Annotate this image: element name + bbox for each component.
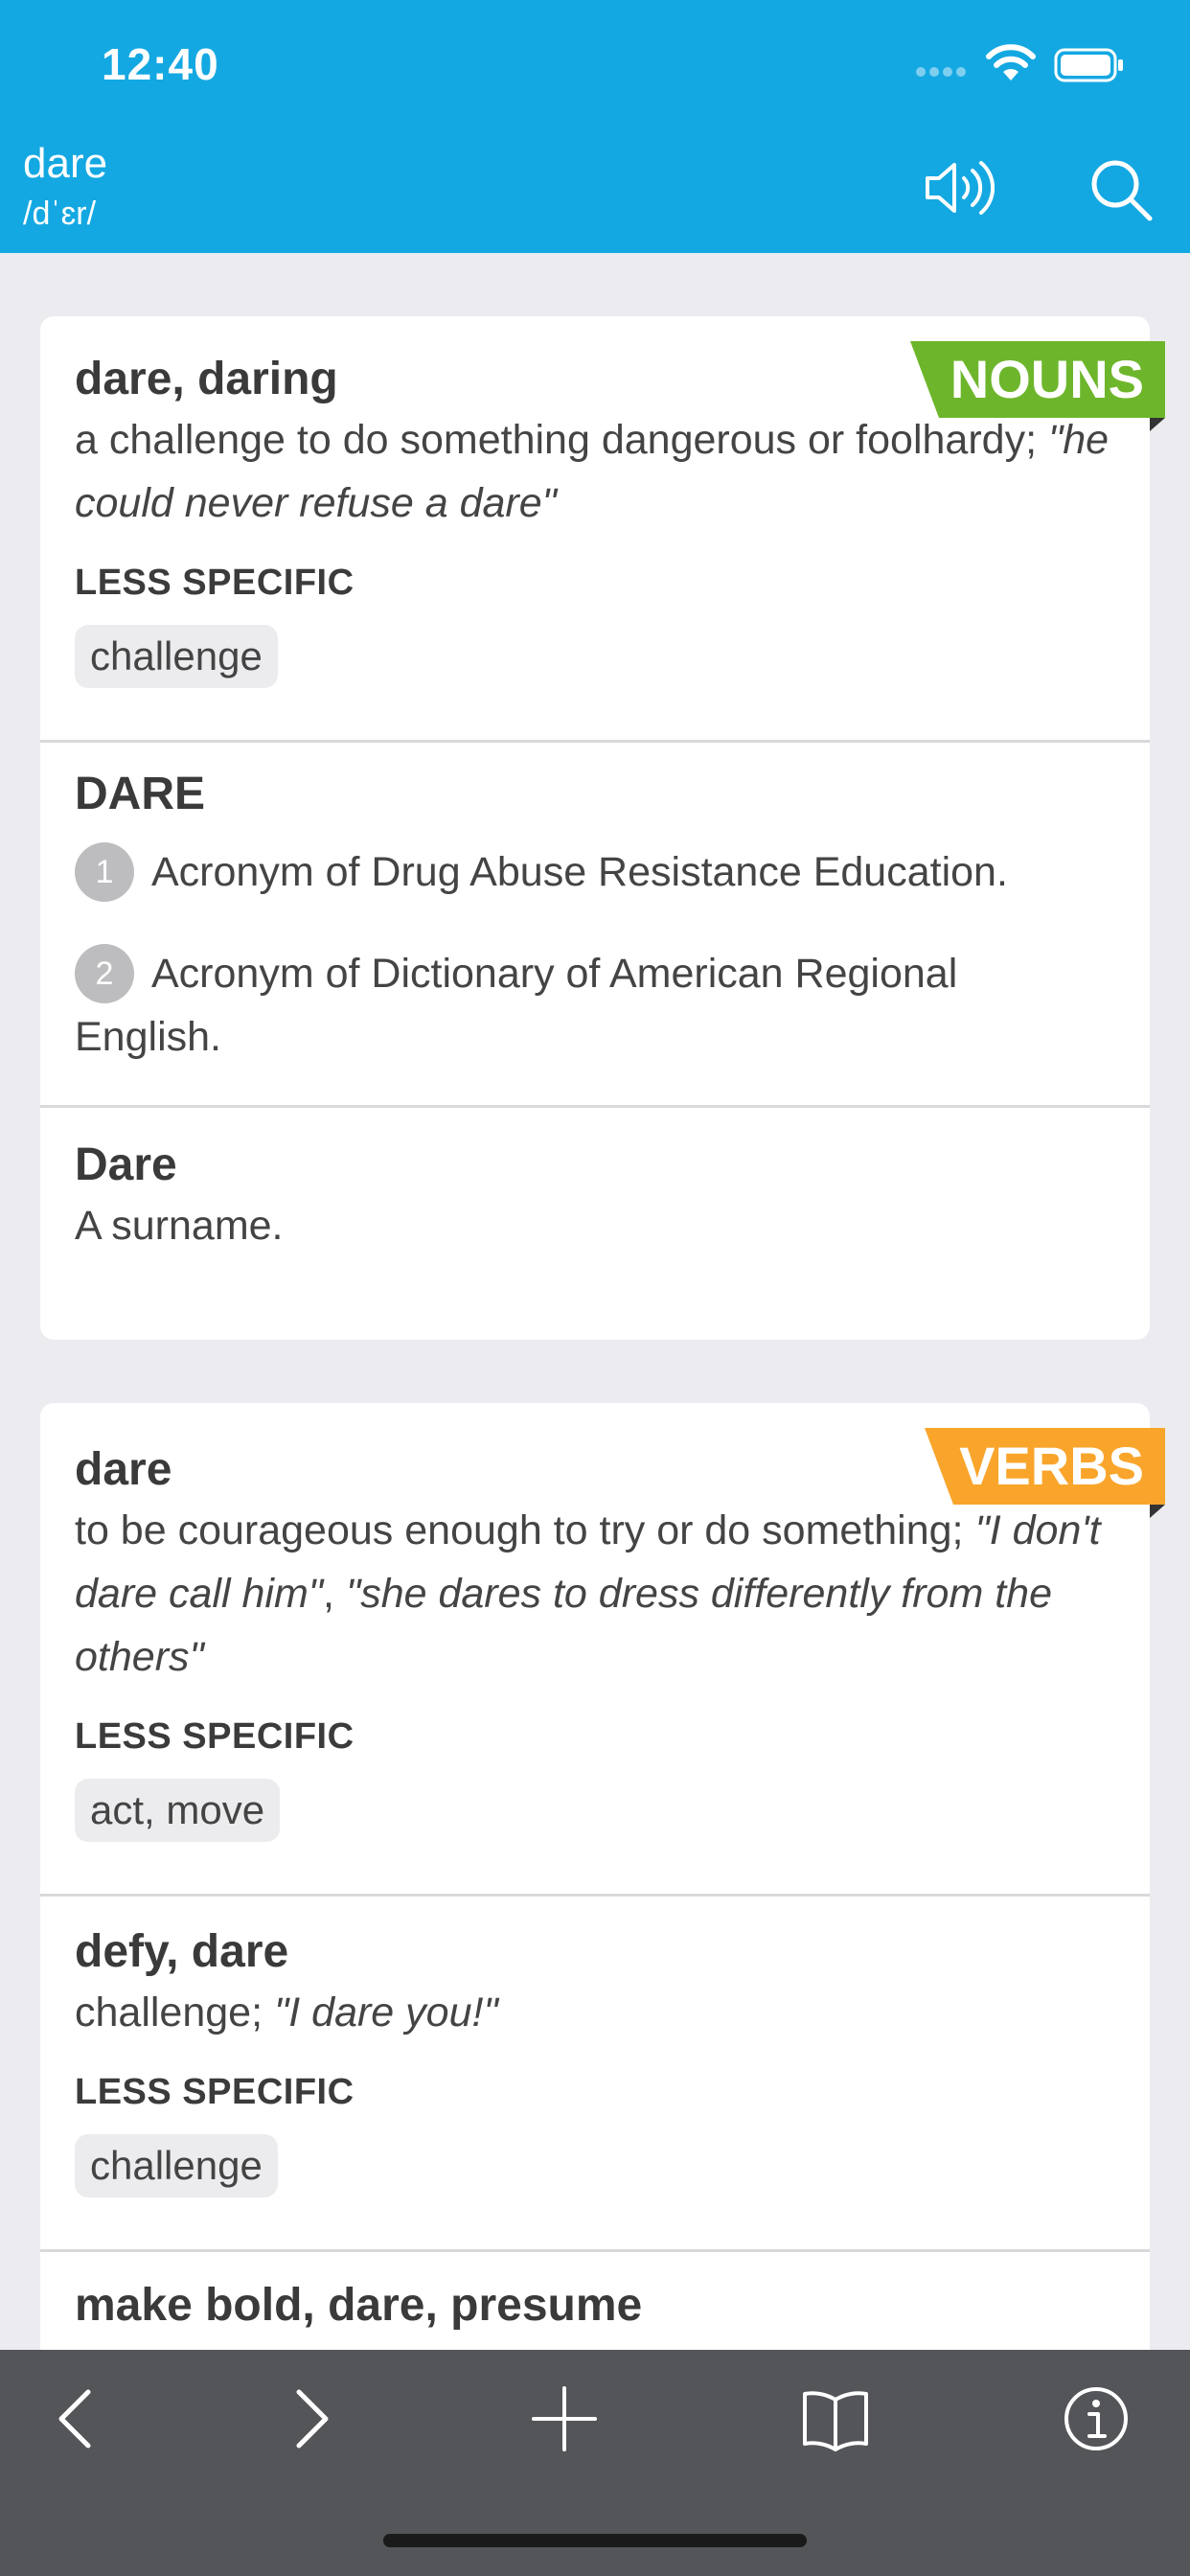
entry-definition: A surname.	[75, 1203, 284, 1249]
add-icon[interactable]	[526, 2380, 603, 2457]
entry-example: "I dare you!"	[274, 1990, 498, 2036]
entry-definition: a challenge to do something dangerous or…	[75, 417, 1110, 526]
sense-number: 1	[75, 842, 134, 902]
noun-entry[interactable]: DARE 1 Acronym of Drug Abuse Resistance …	[40, 743, 1150, 1108]
header-pronunciation: /dˈɛr/	[23, 196, 97, 232]
ribbon-fold	[1150, 418, 1165, 431]
sense-item: 2 Acronym of Dictionary of American Regio…	[75, 942, 1115, 1069]
entry-definition: to be courageous enough to try or do som…	[75, 1507, 1101, 1680]
verb-entry[interactable]: make bold, dare, presume	[40, 2252, 1150, 2334]
less-specific-label: LESS SPECIFIC	[75, 563, 355, 603]
entry-headword: DARE	[75, 769, 206, 819]
search-icon[interactable]	[1088, 157, 1154, 222]
info-icon[interactable]	[1058, 2380, 1134, 2457]
related-word-chip[interactable]: challenge	[75, 2134, 278, 2197]
less-specific-label: LESS SPECIFIC	[75, 1716, 355, 1757]
sense-text: Acronym of Dictionary of American Region…	[75, 951, 958, 1060]
entry-headword: Dare	[75, 1139, 177, 1190]
sense-item: 1 Acronym of Drug Abuse Resistance Educa…	[75, 840, 1115, 904]
entry-headword: defy, dare	[75, 1926, 289, 1977]
back-arrow-icon[interactable]	[36, 2380, 113, 2457]
book-icon[interactable]	[797, 2380, 874, 2457]
signal-dots-icon	[916, 67, 970, 80]
entry-headword: make bold, dare, presume	[75, 2280, 643, 2331]
home-indicator[interactable]	[383, 2534, 807, 2547]
verbs-card: dare to be courageous enough to try or d…	[40, 1403, 1150, 2457]
battery-icon	[1054, 48, 1123, 82]
related-word-chip[interactable]: act, move	[75, 1779, 281, 1842]
verbs-badge: VERBS	[925, 1428, 1165, 1505]
sense-text: Acronym of Drug Abuse Resistance Educati…	[151, 849, 1008, 895]
nouns-badge: NOUNS	[910, 341, 1165, 418]
status-time: 12:40	[102, 39, 219, 89]
entry-definition: challenge; "I dare you!"	[75, 1990, 498, 2036]
nouns-card: dare, daring a challenge to do something…	[40, 316, 1150, 1340]
noun-entry[interactable]: Dare A surname.	[40, 1108, 1150, 1305]
app-header: 12:40 dare /dˈɛr/	[0, 0, 1190, 253]
forward-arrow-icon[interactable]	[274, 2380, 351, 2457]
verb-entry[interactable]: defy, dare challenge; "I dare you!" LESS…	[40, 1897, 1150, 2252]
related-word-chip[interactable]: challenge	[75, 625, 278, 688]
wifi-icon	[986, 44, 1036, 80]
sense-number: 2	[75, 944, 134, 1003]
header-word: dare	[23, 140, 108, 187]
ribbon-fold	[1150, 1505, 1165, 1518]
speaker-icon[interactable]	[924, 157, 995, 218]
less-specific-label: LESS SPECIFIC	[75, 2072, 355, 2112]
